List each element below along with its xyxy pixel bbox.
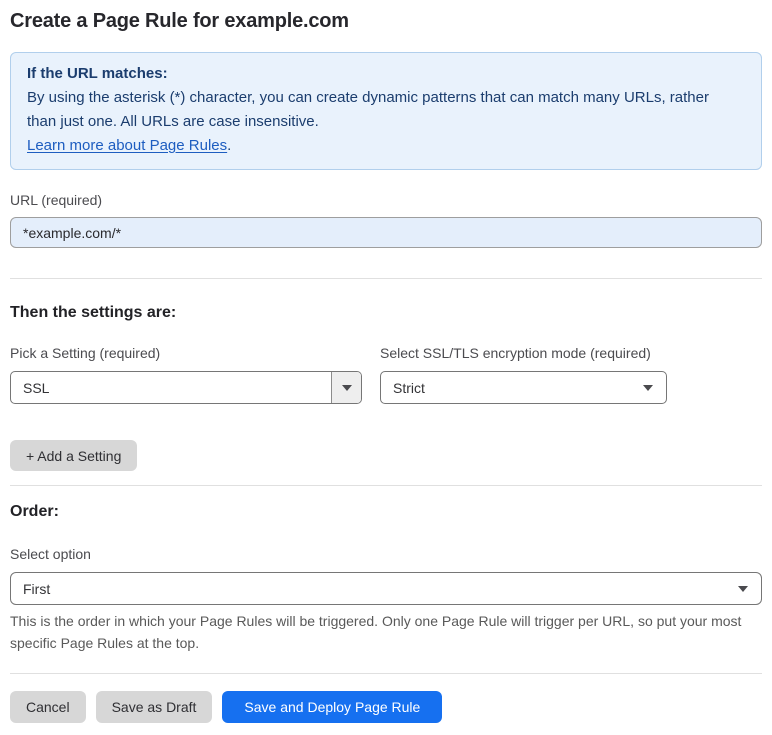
setting-select-value: SSL — [23, 379, 50, 396]
info-box-heading: If the URL matches: — [27, 65, 168, 82]
save-deploy-button[interactable]: Save and Deploy Page Rule — [222, 691, 443, 723]
ssl-mode-select[interactable]: Strict — [380, 371, 667, 404]
url-match-info-box: If the URL matches: By using the asteris… — [10, 52, 762, 170]
setting-select[interactable]: SSL — [10, 371, 362, 404]
order-help-text: This is the order in which your Page Rul… — [10, 613, 742, 651]
save-draft-button[interactable]: Save as Draft — [95, 691, 213, 723]
learn-more-link[interactable]: Learn more about Page Rules — [27, 137, 227, 154]
setting-column: Pick a Setting (required) SSL — [10, 345, 362, 404]
settings-row: Pick a Setting (required) SSL Select SSL… — [10, 345, 762, 404]
create-page-rule-form: Create a Page Rule for example.com If th… — [0, 0, 772, 735]
order-select-value: First — [23, 580, 51, 597]
link-period: . — [227, 137, 232, 154]
divider — [10, 485, 762, 486]
divider — [10, 278, 762, 279]
chevron-down-icon — [738, 585, 748, 592]
order-select[interactable]: First — [10, 572, 762, 605]
divider — [10, 673, 762, 674]
info-box-link-row: Learn more about Page Rules. — [27, 134, 745, 158]
add-setting-button[interactable]: + Add a Setting — [10, 440, 138, 471]
settings-heading: Then the settings are: — [10, 304, 177, 321]
page-title: Create a Page Rule for example.com — [10, 10, 349, 32]
info-box-body: By using the asterisk (*) character, you… — [27, 89, 709, 130]
ssl-mode-column: Select SSL/TLS encryption mode (required… — [380, 345, 667, 404]
url-label: URL (required) — [10, 192, 103, 208]
chevron-down-icon — [643, 384, 653, 391]
chevron-down-icon — [331, 372, 361, 403]
order-heading: Order: — [10, 503, 59, 520]
ssl-mode-select-value: Strict — [393, 379, 425, 396]
order-select-label: Select option — [10, 546, 91, 562]
pick-setting-label: Pick a Setting (required) — [10, 345, 161, 361]
url-input[interactable] — [10, 217, 762, 248]
footer-actions: Cancel Save as Draft Save and Deploy Pag… — [10, 691, 762, 723]
ssl-mode-label: Select SSL/TLS encryption mode (required… — [380, 345, 651, 361]
cancel-button[interactable]: Cancel — [10, 691, 86, 723]
